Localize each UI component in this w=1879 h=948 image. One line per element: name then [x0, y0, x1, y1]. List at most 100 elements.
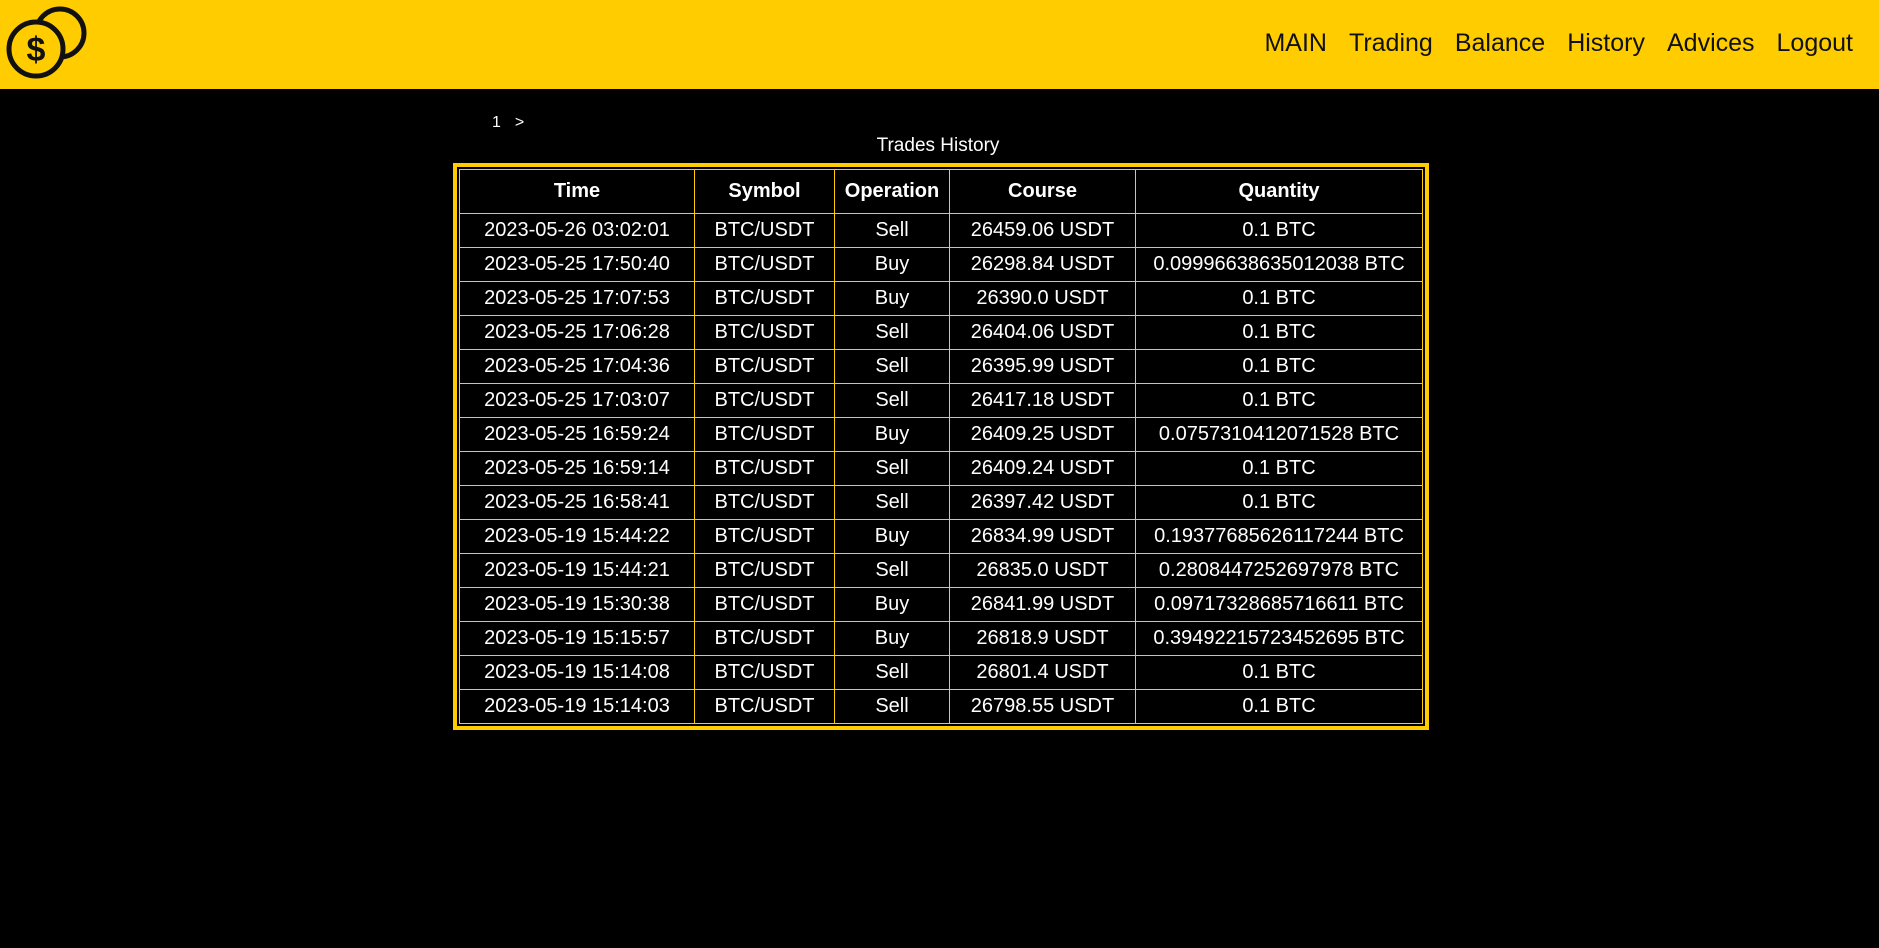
- cell-quantity: 0.1 BTC: [1135, 281, 1423, 316]
- cell-symbol: BTC/USDT: [694, 247, 835, 282]
- cell-operation: Buy: [834, 281, 950, 316]
- nav-advices[interactable]: Advices: [1667, 26, 1755, 60]
- cell-time: 2023-05-25 16:59:14: [459, 451, 695, 486]
- cell-operation: Buy: [834, 519, 950, 554]
- column-header-course: Course: [949, 169, 1136, 214]
- cell-operation: Sell: [834, 349, 950, 384]
- cell-operation: Buy: [834, 621, 950, 656]
- cell-symbol: BTC/USDT: [694, 553, 835, 588]
- cell-symbol: BTC/USDT: [694, 519, 835, 554]
- cell-quantity: 0.09717328685716611 BTC: [1135, 587, 1423, 622]
- cell-time: 2023-05-19 15:14:03: [459, 689, 695, 724]
- trades-table: Time Symbol Operation Course Quantity 20…: [459, 169, 1423, 724]
- cell-course: 26390.0 USDT: [949, 281, 1136, 316]
- cell-operation: Sell: [834, 553, 950, 588]
- cell-course: 26818.9 USDT: [949, 621, 1136, 656]
- cell-quantity: 0.1 BTC: [1135, 655, 1423, 690]
- cell-operation: Sell: [834, 451, 950, 486]
- cell-time: 2023-05-25 17:06:28: [459, 315, 695, 350]
- cell-symbol: BTC/USDT: [694, 417, 835, 452]
- nav-trading[interactable]: Trading: [1349, 26, 1433, 60]
- cell-symbol: BTC/USDT: [694, 213, 835, 248]
- column-header-operation: Operation: [834, 169, 950, 214]
- cell-course: 26298.84 USDT: [949, 247, 1136, 282]
- cell-operation: Sell: [834, 485, 950, 520]
- cell-time: 2023-05-25 17:04:36: [459, 349, 695, 384]
- nav-logout[interactable]: Logout: [1777, 26, 1853, 60]
- cell-quantity: 0.2808447252697978 BTC: [1135, 553, 1423, 588]
- cell-course: 26834.99 USDT: [949, 519, 1136, 554]
- cell-time: 2023-05-19 15:30:38: [459, 587, 695, 622]
- cell-operation: Sell: [834, 655, 950, 690]
- table-caption: Trades History: [876, 135, 1000, 156]
- next-page-link[interactable]: >: [515, 114, 524, 132]
- column-header-time: Time: [459, 169, 695, 214]
- table-row: 2023-05-19 15:15:57 BTC/USDT Buy 26818.9 US…: [459, 621, 1423, 656]
- table-row: 2023-05-25 17:50:40 BTC/USDT Buy 26298.84 U…: [459, 247, 1423, 282]
- table-row: 2023-05-26 03:02:01 BTC/USDT Sell 26459.06 …: [459, 213, 1423, 248]
- table-row: 2023-05-19 15:30:38 BTC/USDT Buy 26841.99 U…: [459, 587, 1423, 622]
- main-nav: MAIN Trading Balance History Advices Log…: [1242, 26, 1853, 60]
- cell-symbol: BTC/USDT: [694, 587, 835, 622]
- cell-symbol: BTC/USDT: [694, 315, 835, 350]
- cell-symbol: BTC/USDT: [694, 485, 835, 520]
- cell-operation: Sell: [834, 213, 950, 248]
- cell-course: 26835.0 USDT: [949, 553, 1136, 588]
- cell-course: 26801.4 USDT: [949, 655, 1136, 690]
- cell-quantity: 0.1 BTC: [1135, 689, 1423, 724]
- cell-time: 2023-05-19 15:44:21: [459, 553, 695, 588]
- cell-course: 26417.18 USDT: [949, 383, 1136, 418]
- svg-text:$: $: [27, 31, 46, 69]
- table-row: 2023-05-19 15:14:03 BTC/USDT Sell 26798.55 …: [459, 689, 1423, 724]
- cell-time: 2023-05-26 03:02:01: [459, 213, 695, 248]
- cell-time: 2023-05-19 15:15:57: [459, 621, 695, 656]
- trades-table-body: 2023-05-26 03:02:01 BTC/USDT Sell 26459.06 …: [459, 213, 1423, 724]
- cell-operation: Buy: [834, 247, 950, 282]
- cell-time: 2023-05-25 16:58:41: [459, 485, 695, 520]
- table-row: 2023-05-25 17:06:28 BTC/USDT Sell 26404.06 …: [459, 315, 1423, 350]
- cell-course: 26404.06 USDT: [949, 315, 1136, 350]
- table-header-row: Time Symbol Operation Course Quantity: [459, 169, 1423, 214]
- table-row: 2023-05-25 17:04:36 BTC/USDT Sell 26395.99 …: [459, 349, 1423, 384]
- cell-quantity: 0.1 BTC: [1135, 213, 1423, 248]
- cell-quantity: 0.1 BTC: [1135, 451, 1423, 486]
- cell-quantity: 0.1 BTC: [1135, 315, 1423, 350]
- cell-time: 2023-05-19 15:14:08: [459, 655, 695, 690]
- table-row: 2023-05-19 15:44:21 BTC/USDT Sell 26835.0 U…: [459, 553, 1423, 588]
- pagination: 1 >: [492, 114, 524, 132]
- nav-balance[interactable]: Balance: [1455, 26, 1545, 60]
- cell-quantity: 0.1 BTC: [1135, 383, 1423, 418]
- table-row: 2023-05-25 17:07:53 BTC/USDT Buy 26390.0 US…: [459, 281, 1423, 316]
- table-row: 2023-05-19 15:14:08 BTC/USDT Sell 26801.4 U…: [459, 655, 1423, 690]
- cell-course: 26798.55 USDT: [949, 689, 1136, 724]
- cell-operation: Sell: [834, 689, 950, 724]
- table-row: 2023-05-25 16:59:24 BTC/USDT Buy 26409.25 U…: [459, 417, 1423, 452]
- cell-course: 26459.06 USDT: [949, 213, 1136, 248]
- cell-operation: Sell: [834, 383, 950, 418]
- column-header-symbol: Symbol: [694, 169, 835, 214]
- cell-quantity: 0.1 BTC: [1135, 485, 1423, 520]
- cell-time: 2023-05-25 17:50:40: [459, 247, 695, 282]
- cell-course: 26409.24 USDT: [949, 451, 1136, 486]
- cell-course: 26841.99 USDT: [949, 587, 1136, 622]
- cell-course: 26409.25 USDT: [949, 417, 1136, 452]
- table-row: 2023-05-25 16:58:41 BTC/USDT Sell 26397.42 …: [459, 485, 1423, 520]
- cell-quantity: 0.09996638635012038 BTC: [1135, 247, 1423, 282]
- cell-quantity: 0.1 BTC: [1135, 349, 1423, 384]
- trades-table-container: Time Symbol Operation Course Quantity 20…: [453, 163, 1429, 730]
- cell-symbol: BTC/USDT: [694, 621, 835, 656]
- cell-operation: Sell: [834, 315, 950, 350]
- dollar-coins-icon[interactable]: $: [4, 4, 90, 80]
- table-row: 2023-05-25 17:03:07 BTC/USDT Sell 26417.18 …: [459, 383, 1423, 418]
- cell-course: 26397.42 USDT: [949, 485, 1136, 520]
- cell-quantity: 0.19377685626117244 BTC: [1135, 519, 1423, 554]
- cell-symbol: BTC/USDT: [694, 383, 835, 418]
- table-row: 2023-05-25 16:59:14 BTC/USDT Sell 26409.24 …: [459, 451, 1423, 486]
- cell-time: 2023-05-25 17:07:53: [459, 281, 695, 316]
- cell-quantity: 0.39492215723452695 BTC: [1135, 621, 1423, 656]
- cell-time: 2023-05-25 16:59:24: [459, 417, 695, 452]
- nav-main[interactable]: MAIN: [1264, 26, 1327, 60]
- nav-history[interactable]: History: [1567, 26, 1645, 60]
- page-number-current[interactable]: 1: [492, 114, 501, 132]
- table-row: 2023-05-19 15:44:22 BTC/USDT Buy 26834.99 U…: [459, 519, 1423, 554]
